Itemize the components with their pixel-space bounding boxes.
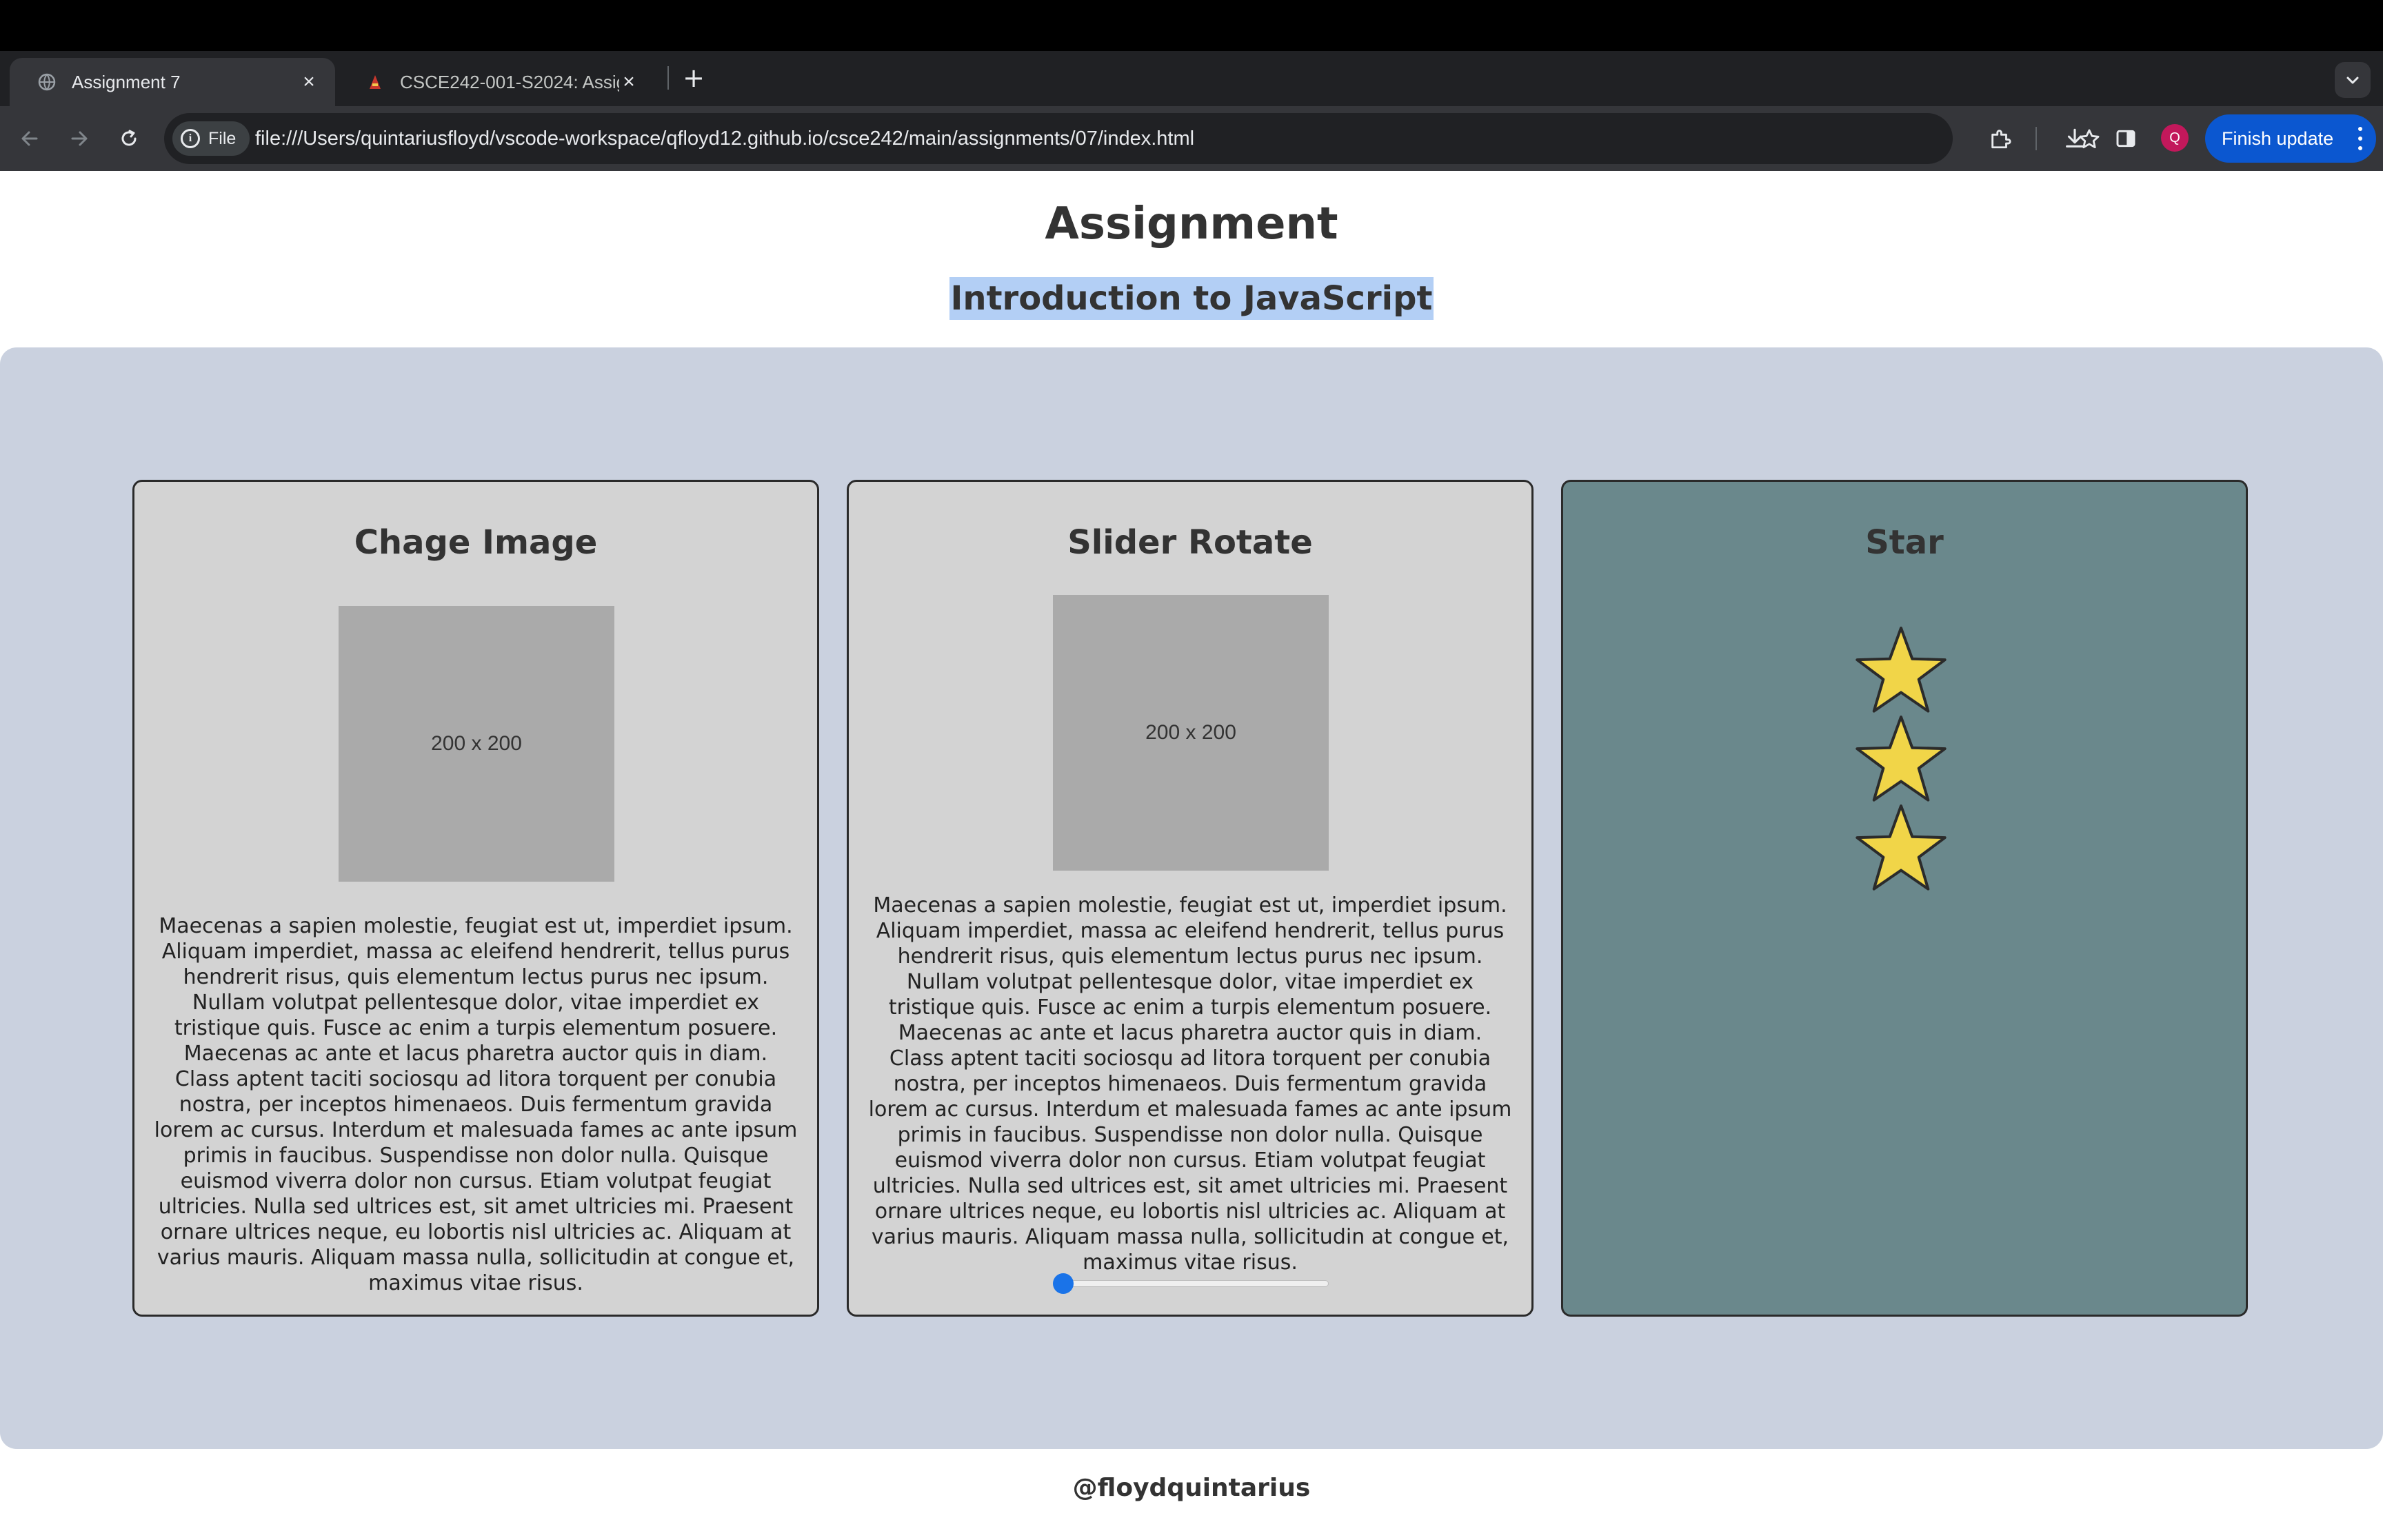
tab-search-icon[interactable]: [2335, 62, 2371, 98]
slider-track[interactable]: [1053, 1280, 1329, 1287]
back-icon[interactable]: [12, 121, 47, 156]
page-subtitle: Introduction to JavaScript: [949, 277, 1434, 320]
tab-assignment-7[interactable]: Assignment 7 ×: [10, 58, 335, 106]
tab-title: CSCE242-001-S2024: Assign: [400, 71, 619, 92]
reload-icon[interactable]: [112, 121, 146, 156]
rotate-slider[interactable]: [1053, 1273, 1329, 1294]
window-top-bar: [0, 0, 2383, 51]
slider-thumb[interactable]: [1053, 1273, 1074, 1294]
download-icon[interactable]: [2058, 121, 2092, 156]
site-favicon-icon: [365, 72, 385, 92]
star-icon: [1856, 716, 1947, 802]
card-heading: Star: [1865, 523, 1944, 562]
card-heading: Chage Image: [354, 523, 598, 562]
extensions-icon[interactable]: [1983, 121, 2018, 156]
main-content: Chage Image 200 x 200 Maecenas a sapien …: [0, 347, 2383, 1449]
site-info-chip[interactable]: i File: [172, 121, 250, 156]
placeholder-image[interactable]: 200 x 200: [339, 606, 614, 882]
info-icon: i: [181, 129, 200, 148]
site-info-label: File: [208, 128, 237, 148]
globe-icon: [37, 72, 57, 92]
more-icon: [2358, 127, 2364, 150]
change-image-card: Chage Image 200 x 200 Maecenas a sapien …: [132, 480, 819, 1317]
close-tab-icon[interactable]: ×: [619, 70, 639, 93]
star-card: Star: [1561, 480, 2248, 1317]
card-heading: Slider Rotate: [1067, 523, 1313, 562]
profile-avatar[interactable]: Q: [2161, 124, 2189, 152]
footer-handle: @floydquintarius: [1072, 1474, 1311, 1502]
tab-separator: [667, 66, 669, 90]
address-bar[interactable]: i File file:///Users/quintariusfloyd/vsc…: [164, 113, 2100, 164]
finish-update-button[interactable]: Finish update: [2205, 114, 2376, 163]
new-tab-icon[interactable]: +: [680, 65, 707, 92]
finish-update-label: Finish update: [2222, 128, 2334, 149]
web-page: Assignment Introduction to JavaScript Ch…: [0, 171, 2383, 1540]
url-text[interactable]: file:///Users/quintariusfloyd/vscode-wor…: [255, 113, 1194, 164]
tab-strip: Assignment 7 × CSCE242-001-S2024: Assign…: [0, 51, 2383, 106]
page-title: Assignment: [1045, 199, 1338, 250]
tab-csce242[interactable]: CSCE242-001-S2024: Assign ×: [338, 58, 655, 106]
card-text: Maecenas a sapien molestie, feugiat est …: [154, 914, 798, 1295]
browser-toolbar: i File file:///Users/quintariusfloyd/vsc…: [0, 106, 2383, 171]
rotatable-placeholder-image: 200 x 200: [1053, 595, 1329, 871]
toolbar-separator: [2035, 127, 2037, 150]
close-tab-icon[interactable]: ×: [299, 70, 319, 93]
card-text: Maecenas a sapien molestie, feugiat est …: [868, 893, 1512, 1275]
star-icon: [1856, 627, 1947, 713]
subtitle-wrap: Introduction to JavaScript: [0, 277, 2383, 320]
slider-rotate-card: Slider Rotate 200 x 200 Maecenas a sapie…: [847, 480, 1534, 1317]
forward-icon[interactable]: [62, 121, 97, 156]
star-icon: [1856, 804, 1947, 891]
tab-title: Assignment 7: [72, 71, 181, 92]
side-panel-icon[interactable]: [2109, 121, 2143, 156]
